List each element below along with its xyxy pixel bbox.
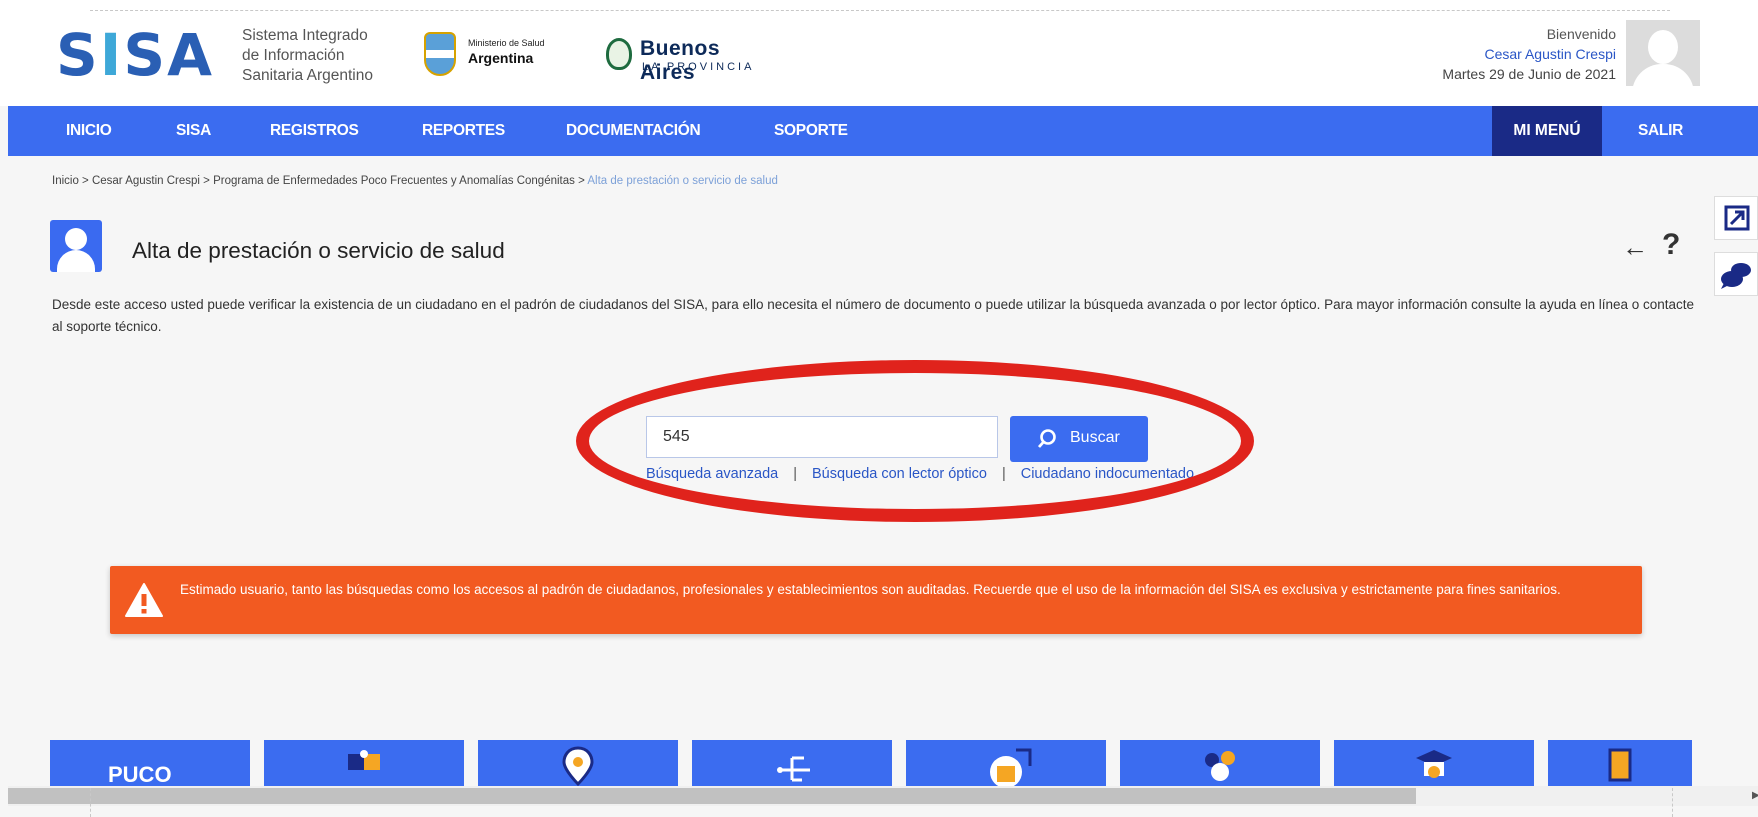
avatar[interactable] bbox=[1626, 20, 1700, 86]
scrollbar-thumb[interactable] bbox=[8, 788, 1416, 804]
nav-item-inicio[interactable]: INICIO bbox=[66, 106, 112, 156]
page-description: Desde este acceso usted puede verificar … bbox=[52, 297, 1695, 334]
nav-my-menu[interactable]: MI MENÚ bbox=[1492, 106, 1602, 156]
help-icon[interactable]: ? bbox=[1662, 228, 1680, 262]
province-small-label: LA PROVINCIA bbox=[642, 61, 755, 73]
map-pin-icon bbox=[562, 746, 594, 786]
header: SISA Sistema Integrado de Información Sa… bbox=[0, 0, 1758, 106]
left-divider bbox=[90, 788, 91, 817]
back-arrow-icon[interactable]: ← bbox=[1622, 232, 1648, 263]
warning-icon bbox=[125, 583, 163, 617]
external-link-button[interactable] bbox=[1714, 196, 1758, 240]
ministry-small-label: Ministerio de Salud bbox=[468, 38, 545, 48]
chat-bubbles-icon bbox=[1721, 263, 1751, 289]
chat-button[interactable] bbox=[1714, 252, 1758, 296]
external-link-icon bbox=[1724, 205, 1750, 231]
sisa-subtitle-line: Sistema Integrado bbox=[242, 27, 368, 44]
sisa-logo[interactable]: SISA bbox=[56, 26, 214, 84]
nav-item-documentacion[interactable]: DOCUMENTACIÓN bbox=[566, 106, 701, 156]
user-icon bbox=[50, 220, 102, 272]
avatar-head-icon bbox=[1648, 30, 1678, 64]
current-date: Martes 29 de Junio de 2021 bbox=[1442, 66, 1616, 82]
breadcrumb-current: Alta de prestación o servicio de salud bbox=[587, 175, 778, 187]
tree-structure-icon bbox=[777, 756, 810, 782]
graduation-cap-icon bbox=[1416, 750, 1452, 778]
breadcrumb-path[interactable]: Inicio > Cesar Agustin Crespi > Programa… bbox=[52, 175, 587, 187]
top-divider bbox=[90, 10, 1670, 11]
nav-logout[interactable]: SALIR bbox=[1638, 106, 1683, 156]
alert-text: Estimado usuario, tanto las búsquedas co… bbox=[180, 582, 1561, 597]
nav-item-sisa[interactable]: SISA bbox=[176, 106, 211, 156]
document-icon bbox=[1608, 748, 1632, 782]
nav-item-registros[interactable]: REGISTROS bbox=[270, 106, 359, 156]
tile-puco-label: PUCO bbox=[108, 762, 172, 787]
main-nav: INICIO SISA REGISTROS REPORTES DOCUMENTA… bbox=[8, 106, 1758, 156]
horizontal-scrollbar[interactable]: ▶ bbox=[8, 786, 1758, 806]
sisa-subtitle: Sistema Integrado de Información Sanitar… bbox=[242, 26, 373, 86]
user-icon-body bbox=[57, 250, 95, 272]
building-icon bbox=[990, 748, 1032, 786]
puzzle-icon bbox=[348, 750, 380, 770]
ministry-big-label: Argentina bbox=[468, 50, 534, 66]
user-name-link[interactable]: Cesar Agustin Crespi bbox=[1442, 44, 1616, 64]
page-title: Alta de prestación o servicio de salud bbox=[132, 238, 505, 263]
nav-item-reportes[interactable]: REPORTES bbox=[422, 106, 505, 156]
red-highlight-annotation bbox=[576, 360, 1254, 522]
buenos-aires-emblem-icon bbox=[606, 38, 632, 70]
breadcrumb: Inicio > Cesar Agustin Crespi > Programa… bbox=[52, 175, 778, 187]
audit-warning-alert: Estimado usuario, tanto las búsquedas co… bbox=[110, 566, 1642, 634]
avatar-body-icon bbox=[1632, 64, 1694, 86]
nav-item-soporte[interactable]: SOPORTE bbox=[774, 106, 848, 156]
argentina-shield-icon bbox=[424, 32, 456, 76]
sisa-subtitle-line: Sanitaria Argentino bbox=[242, 67, 373, 84]
user-icon-head bbox=[65, 228, 87, 250]
user-info: Bienvenido Cesar Agustin Crespi Martes 2… bbox=[1442, 24, 1616, 84]
right-divider bbox=[1672, 788, 1673, 817]
scroll-right-arrow-icon[interactable]: ▶ bbox=[1752, 790, 1758, 801]
sisa-subtitle-line: de Información bbox=[242, 47, 345, 64]
people-group-icon bbox=[1205, 751, 1235, 781]
government-logos: Ministerio de Salud Argentina Buenos Air… bbox=[424, 28, 774, 88]
welcome-greeting: Bienvenido bbox=[1546, 26, 1616, 42]
